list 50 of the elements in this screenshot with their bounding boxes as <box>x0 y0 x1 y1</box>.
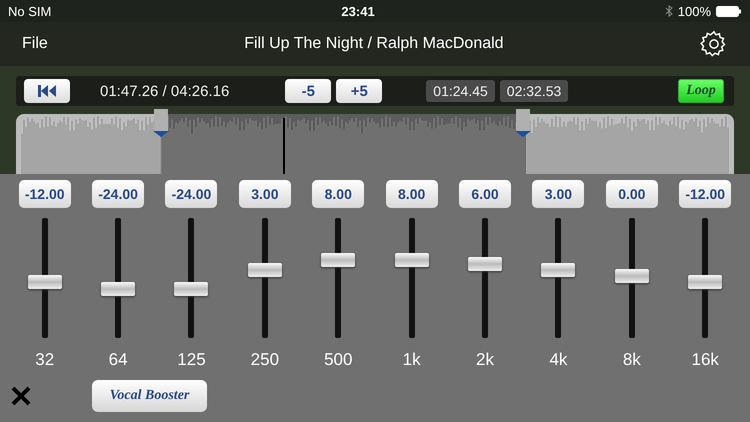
frequency-label: 16k <box>692 350 719 370</box>
loop-button[interactable]: Loop <box>678 79 724 103</box>
loop-marker-icon[interactable] <box>514 109 532 139</box>
gain-value-button[interactable]: 8.00 <box>312 180 364 208</box>
loop-start-time[interactable]: 01:24.45 <box>426 80 495 102</box>
bluetooth-icon <box>664 5 673 17</box>
close-icon[interactable] <box>10 385 32 407</box>
gain-value-button[interactable]: -12.00 <box>679 180 732 208</box>
slider-thumb[interactable] <box>688 274 722 289</box>
back-button[interactable]: -5 <box>285 79 332 103</box>
loop-end-time[interactable]: 02:32.53 <box>500 80 568 102</box>
playback-time: 01:47.26 / 04:26.16 <box>100 82 230 100</box>
frequency-label: 64 <box>108 350 128 370</box>
slider-thumb[interactable] <box>321 253 356 267</box>
slider-thumb[interactable] <box>468 256 502 271</box>
gain-value-button[interactable]: 6.00 <box>459 180 512 208</box>
frequency-label: 1k <box>402 350 421 370</box>
carrier-text: No SIM <box>8 4 52 18</box>
vocal-booster-button[interactable]: Vocal Booster <box>92 380 207 412</box>
gain-value-button[interactable]: -12.00 <box>18 180 71 208</box>
frequency-label: 2k <box>476 350 494 370</box>
clock-text: 23:41 <box>341 4 375 18</box>
battery-icon <box>716 6 742 16</box>
battery-text: 100% <box>678 4 711 18</box>
slider-thumb[interactable] <box>614 268 649 283</box>
loop-marker-icon[interactable] <box>152 109 170 139</box>
gain-value-button[interactable]: 0.00 <box>606 180 658 208</box>
frequency-label: 125 <box>177 350 206 370</box>
slider-thumb[interactable] <box>28 274 62 289</box>
gain-value-button[interactable]: 3.00 <box>532 180 584 208</box>
gain-value-button[interactable]: 8.00 <box>386 180 438 208</box>
forward-button[interactable]: +5 <box>336 79 382 103</box>
gain-value-button[interactable]: -24.00 <box>165 180 218 208</box>
frequency-label: 4k <box>549 350 568 370</box>
frequency-label: 500 <box>324 350 352 370</box>
gain-value-button[interactable]: 3.00 <box>238 180 291 208</box>
settings-icon[interactable] <box>700 30 728 58</box>
file-menu[interactable]: File <box>22 35 48 53</box>
frequency-label: 250 <box>250 350 280 370</box>
slider-thumb[interactable] <box>101 282 136 296</box>
slider-thumb[interactable] <box>248 262 282 277</box>
frequency-label: 8k <box>622 350 641 370</box>
skip-back-icon <box>38 85 56 97</box>
slider-thumb[interactable] <box>174 282 208 296</box>
frequency-label: 32 <box>35 350 54 370</box>
slider-thumb[interactable] <box>394 253 429 267</box>
rewind-button[interactable] <box>24 79 70 103</box>
slider-thumb[interactable] <box>541 262 576 277</box>
song-title: Fill Up The Night / Ralph MacDonald <box>243 35 505 53</box>
gain-value-button[interactable]: -24.00 <box>92 180 144 208</box>
